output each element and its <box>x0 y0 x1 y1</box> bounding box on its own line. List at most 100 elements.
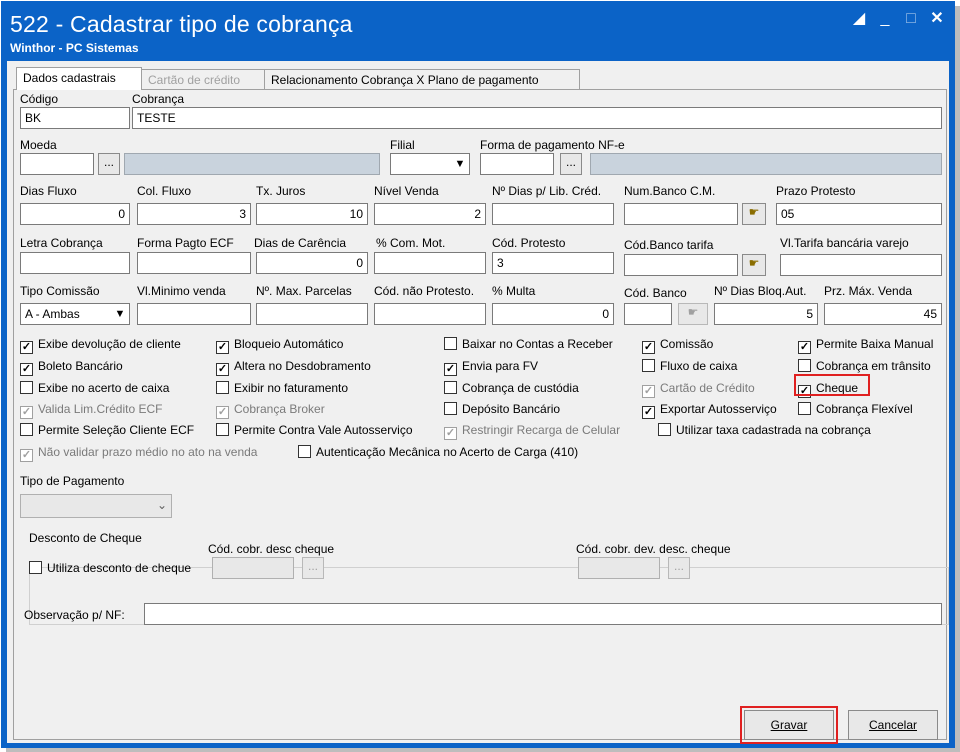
minimize-icon[interactable]: _ <box>873 9 897 29</box>
checkbox-cartao-credito[interactable]: ✓ Cartão de Crédito <box>642 380 755 398</box>
checkbox-exibe-devolucao[interactable]: ✓ Exibe devolução de cliente <box>20 336 181 354</box>
cod-protesto-input[interactable]: 3 <box>492 252 614 274</box>
tx-juros-label: Tx. Juros <box>256 184 306 198</box>
checkbox-permite-contra-vale[interactable]: Permite Contra Vale Autosserviço <box>216 422 413 438</box>
dias-lib-cred-label: Nº Dias p/ Lib. Créd. <box>492 184 602 198</box>
title-bar: 522 - Cadastrar tipo de cobrança Winthor… <box>1 1 955 61</box>
dias-bloq-aut-input[interactable]: 5 <box>714 303 818 325</box>
cod-banco-tarifa-lookup-icon[interactable]: ☛ <box>742 254 766 276</box>
restore-icon[interactable]: ◢ <box>847 9 871 29</box>
checkbox-cobranca-custodia[interactable]: Cobrança de custódia <box>444 380 579 396</box>
cod-nao-protesto-input[interactable] <box>374 303 486 325</box>
checkbox-exportar-autosservico[interactable]: ✓ Exportar Autosserviço <box>642 401 777 419</box>
cheque-highlight-box <box>794 374 870 396</box>
letra-cobranca-input[interactable] <box>20 252 130 274</box>
prazo-protesto-input[interactable]: 05 <box>776 203 942 225</box>
checkbox-envia-fv[interactable]: ✓ Envia para FV <box>444 358 538 376</box>
filial-label: Filial <box>390 138 415 152</box>
prz-max-venda-input[interactable]: 45 <box>824 303 942 325</box>
desconto-cheque-group-label: Desconto de Cheque <box>27 531 144 545</box>
letra-cobranca-label: Letra Cobrança <box>20 236 103 250</box>
codigo-input[interactable]: BK <box>20 107 130 129</box>
dias-bloq-aut-label: Nº Dias Bloq.Aut. <box>714 284 807 298</box>
checkbox-valida-lim-credito-ecf[interactable]: ✓ Valida Lim.Crédito ECF <box>20 401 163 419</box>
cod-nao-protesto-label: Cód. não Protesto. <box>374 284 475 298</box>
col-fluxo-label: Col. Fluxo <box>137 184 192 198</box>
filial-select[interactable]: ▼ <box>390 153 470 175</box>
check-icon: ✓ <box>444 363 457 376</box>
forma-pagto-ecf-label: Forma Pagto ECF <box>137 236 234 250</box>
cobranca-label: Cobrança <box>132 92 185 106</box>
forma-pagto-ecf-input[interactable] <box>137 252 251 274</box>
close-icon[interactable]: ✕ <box>925 9 949 29</box>
checkbox-fluxo-caixa[interactable]: Fluxo de caixa <box>642 358 737 374</box>
num-banco-cm-input[interactable] <box>624 203 738 225</box>
cancelar-button[interactable]: Cancelar <box>848 710 938 740</box>
window-title: 522 - Cadastrar tipo de cobrança <box>10 11 353 37</box>
cod-desc-cheque-search-button[interactable]: ... <box>302 557 324 579</box>
check-icon: ✓ <box>216 341 229 354</box>
check-icon: ✓ <box>798 341 811 354</box>
checkbox-altera-desdobramento[interactable]: ✓ Altera no Desdobramento <box>216 358 371 376</box>
max-parcelas-input[interactable] <box>256 303 368 325</box>
check-icon: ✓ <box>20 341 33 354</box>
checkbox-exibe-acerto-caixa[interactable]: Exibe no acerto de caixa <box>20 380 169 396</box>
moeda-search-button[interactable]: ... <box>98 153 120 175</box>
checkbox-utiliza-desconto-cheque[interactable]: Utiliza desconto de cheque <box>29 560 191 576</box>
checkbox-cobranca-flexivel[interactable]: Cobrança Flexível <box>798 401 913 417</box>
maximize-icon[interactable]: □ <box>899 9 923 29</box>
dias-fluxo-input[interactable]: 0 <box>20 203 130 225</box>
tipo-comissao-select[interactable]: A - Ambas ▼ <box>20 303 130 325</box>
moeda-input[interactable] <box>20 153 94 175</box>
checkbox-permite-selecao-cliente-ecf[interactable]: Permite Seleção Cliente ECF <box>20 422 194 438</box>
col-fluxo-input[interactable]: 3 <box>137 203 251 225</box>
tab-cartao-credito[interactable]: Cartão de crédito <box>141 69 265 89</box>
max-parcelas-label: Nº. Max. Parcelas <box>256 284 352 298</box>
checkbox-nao-validar-prazo-medio[interactable]: ✓ Não validar prazo médio no ato na venda <box>20 444 257 462</box>
check-icon: ✓ <box>642 341 655 354</box>
checkbox-bloqueio-automatico[interactable]: ✓ Bloqueio Automático <box>216 336 343 354</box>
checkbox-baixar-contas-receber[interactable]: Baixar no Contas a Receber <box>444 336 613 352</box>
multa-input[interactable]: 0 <box>492 303 614 325</box>
checkbox-deposito-bancario[interactable]: Depósito Bancário <box>444 401 560 417</box>
checkbox-comissao[interactable]: ✓ Comissão <box>642 336 713 354</box>
num-banco-cm-lookup-icon[interactable]: ☛ <box>742 203 766 225</box>
chevron-down-icon[interactable]: ▼ <box>452 155 468 173</box>
cobranca-input[interactable]: TESTE <box>132 107 942 129</box>
tx-juros-input[interactable]: 10 <box>256 203 368 225</box>
checkbox-boleto-bancario[interactable]: ✓ Boleto Bancário <box>20 358 123 376</box>
observacao-nf-input[interactable] <box>144 603 942 625</box>
tipo-pagamento-select[interactable]: ⌄ <box>20 494 172 518</box>
cod-banco-tarifa-input[interactable] <box>624 254 738 276</box>
cod-desc-cheque-input[interactable] <box>212 557 294 579</box>
window-client: Dados cadastrais Cartão de crédito Relac… <box>7 61 949 744</box>
checkbox-restringir-recarga-celular[interactable]: ✓ Restringir Recarga de Celular <box>444 422 620 440</box>
cod-banco-input[interactable] <box>624 303 672 325</box>
com-mot-label: % Com. Mot. <box>376 236 446 250</box>
tab-dados-cadastrais[interactable]: Dados cadastrais <box>16 67 142 90</box>
nivel-venda-input[interactable]: 2 <box>374 203 486 225</box>
forma-pagamento-nfe-input[interactable] <box>480 153 554 175</box>
dias-lib-cred-input[interactable] <box>492 203 614 225</box>
dias-carencia-label: Dias de Carência <box>254 236 347 250</box>
dias-carencia-input[interactable]: 0 <box>256 252 368 274</box>
cod-dev-cheque-search-button[interactable]: ... <box>668 557 690 579</box>
chevron-down-icon[interactable]: ▼ <box>112 305 128 323</box>
checkbox-exibir-faturamento[interactable]: Exibir no faturamento <box>216 380 348 396</box>
checkbox-cobranca-broker[interactable]: ✓ Cobrança Broker <box>216 401 325 419</box>
vl-tarifa-bancaria-input[interactable] <box>780 254 942 276</box>
tab-relacionamento[interactable]: Relacionamento Cobrança X Plano de pagam… <box>264 69 580 89</box>
vl-tarifa-bancaria-label: Vl.Tarifa bancária varejo <box>780 236 909 250</box>
vl-minimo-venda-input[interactable] <box>137 303 251 325</box>
com-mot-input[interactable] <box>374 252 486 274</box>
checkbox-autenticacao-mecanica[interactable]: Autenticação Mecânica no Acerto de Carga… <box>298 444 578 460</box>
checkbox-utilizar-taxa-cadastrada[interactable]: Utilizar taxa cadastrada na cobrança <box>658 422 871 438</box>
forma-pagamento-nfe-label: Forma de pagamento NF-e <box>480 138 625 152</box>
checkbox-permite-baixa-manual[interactable]: ✓ Permite Baixa Manual <box>798 336 933 354</box>
moeda-description <box>124 153 380 175</box>
chevron-down-icon[interactable]: ⌄ <box>154 496 170 514</box>
cod-banco-lookup-icon[interactable]: ☛ <box>678 303 708 325</box>
checkbox-cobranca-transito[interactable]: Cobrança em trânsito <box>798 358 931 374</box>
forma-pagamento-nfe-search-button[interactable]: ... <box>560 153 582 175</box>
cod-dev-cheque-input[interactable] <box>578 557 660 579</box>
